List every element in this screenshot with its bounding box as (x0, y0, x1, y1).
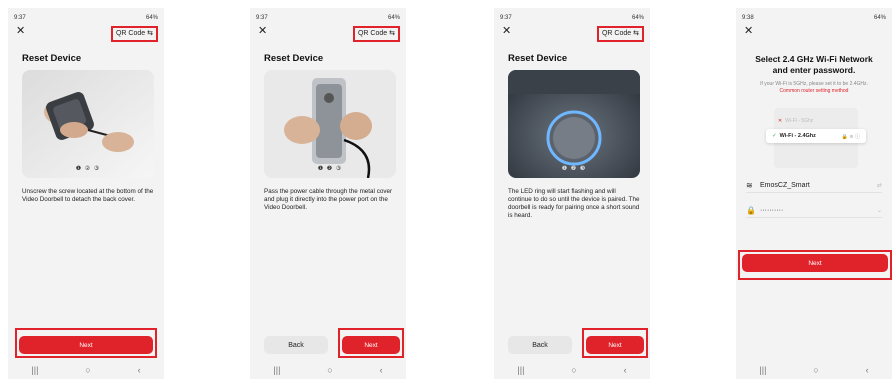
illustration-image: ❶ ② ③ (22, 70, 154, 178)
status-time: 9:38 (742, 15, 754, 21)
wifi-24g-label: Wi-Fi - 2.4Ghz (779, 133, 816, 139)
status-battery: 64% (387, 15, 400, 21)
wifi-icon: ≋ (746, 180, 753, 190)
recent-apps-icon[interactable]: ||| (759, 365, 766, 375)
recent-apps-icon[interactable]: ||| (31, 365, 38, 375)
page-title: Reset Device (508, 53, 568, 64)
step-indicator: ❶ ❷ ❸ (561, 166, 587, 172)
lock-icon: 🔒 (746, 205, 756, 215)
home-icon[interactable]: ○ (571, 365, 576, 375)
close-icon[interactable]: ✕ (258, 26, 267, 37)
show-password-icon[interactable]: ⌄ (877, 207, 882, 214)
qr-code-label: QR Code (115, 30, 146, 37)
status-bar: 9:37 64% (256, 14, 400, 22)
next-button[interactable]: Next (19, 336, 153, 354)
swap-icon: ⇆ (147, 30, 153, 37)
status-battery: 64% (873, 15, 886, 21)
close-icon[interactable]: ✕ (502, 26, 511, 37)
instruction-text: Unscrew the screw located at the bottom … (22, 188, 154, 203)
status-bar: 9:37 64% (14, 14, 158, 22)
qr-code-button[interactable]: QR Code ⇆ (110, 26, 158, 42)
illustration-image: ❶ ❷ ③ (264, 70, 396, 178)
back-button[interactable]: Back (508, 336, 572, 354)
home-icon[interactable]: ○ (327, 365, 332, 375)
next-button[interactable]: Next (742, 254, 888, 272)
system-nav-bar: ||| ○ ‹ (736, 365, 892, 375)
check-icon: ✓ (772, 133, 777, 139)
wifi-band-illustration: ✕ Wi-Fi - 5Ghz ✓ Wi-Fi - 2.4Ghz 🔒 ≋ ⓘ (766, 108, 866, 168)
status-bar: 9:38 64% (742, 14, 886, 22)
phone-screen-step-3: 9:37 64% ✕ QR Code ⇆ Reset Device ❶ ❷ ❸ … (494, 8, 650, 379)
step-indicator: ❶ ② ③ (75, 166, 101, 172)
close-icon[interactable]: ✕ (16, 26, 25, 37)
status-time: 9:37 (14, 15, 26, 21)
wifi-5g-option: ✕ Wi-Fi - 5Ghz (778, 116, 854, 126)
back-icon[interactable]: ‹ (866, 365, 869, 375)
recent-apps-icon[interactable]: ||| (517, 365, 524, 375)
illustration-image: ❶ ❷ ❸ (508, 70, 640, 178)
page-title: Reset Device (264, 53, 324, 64)
status-battery: 64% (145, 15, 158, 21)
network-row[interactable]: ≋ EmosCZ_Smart ⇄ (746, 178, 882, 193)
home-icon[interactable]: ○ (85, 365, 90, 375)
swap-icon: ⇆ (633, 30, 639, 37)
phone-screen-wifi: 9:38 64% ✕ Select 2.4 GHz Wi-Fi Network … (736, 8, 892, 379)
lock-wifi-icons: 🔒 ≋ ⓘ (841, 133, 860, 140)
status-time: 9:37 (500, 15, 512, 21)
router-setting-link[interactable]: Common router setting method (742, 88, 886, 94)
password-row[interactable]: 🔒 ·········· ⌄ (746, 203, 882, 218)
recent-apps-icon[interactable]: ||| (273, 365, 280, 375)
system-nav-bar: ||| ○ ‹ (8, 365, 164, 375)
wifi-5g-label: Wi-Fi - 5Ghz (785, 118, 814, 124)
swap-icon: ⇆ (389, 30, 395, 37)
page-title: Select 2.4 GHz Wi-Fi Network and enter p… (755, 54, 873, 75)
frequency-hint: If your Wi-Fi is 5GHz, please set it to … (760, 81, 868, 87)
back-icon[interactable]: ‹ (624, 365, 627, 375)
qr-code-button[interactable]: QR Code ⇆ (596, 26, 644, 42)
wifi-24g-option: ✓ Wi-Fi - 2.4Ghz 🔒 ≋ ⓘ (766, 129, 866, 143)
qr-code-label: QR Code (357, 30, 388, 37)
status-time: 9:37 (256, 15, 268, 21)
step-indicator: ❶ ❷ ③ (317, 166, 343, 172)
network-name: EmosCZ_Smart (760, 181, 810, 189)
qr-code-label: QR Code (601, 30, 632, 37)
instruction-text: The LED ring will start flashing and wil… (508, 188, 640, 219)
next-button[interactable]: Next (586, 336, 644, 354)
password-field[interactable]: ·········· (760, 207, 783, 214)
phone-screen-step-2: 9:37 64% ✕ QR Code ⇆ Reset Device ❶ ❷ ③ … (250, 8, 406, 379)
back-button[interactable]: Back (264, 336, 328, 354)
cross-icon: ✕ (778, 118, 783, 124)
swap-network-icon[interactable]: ⇄ (877, 182, 882, 189)
system-nav-bar: ||| ○ ‹ (250, 365, 406, 375)
page-title: Reset Device (22, 53, 82, 64)
qr-code-button[interactable]: QR Code ⇆ (352, 26, 400, 42)
close-icon[interactable]: ✕ (744, 26, 753, 37)
phone-screen-step-1: 9:37 64% ✕ QR Code ⇆ Reset Device ❶ ② ③ … (8, 8, 164, 379)
back-icon[interactable]: ‹ (380, 365, 383, 375)
back-icon[interactable]: ‹ (138, 365, 141, 375)
instruction-text: Pass the power cable through the metal c… (264, 188, 393, 211)
home-icon[interactable]: ○ (813, 365, 818, 375)
system-nav-bar: ||| ○ ‹ (494, 365, 650, 375)
next-button[interactable]: Next (342, 336, 400, 354)
status-battery: 64% (631, 15, 644, 21)
status-bar: 9:37 64% (500, 14, 644, 22)
